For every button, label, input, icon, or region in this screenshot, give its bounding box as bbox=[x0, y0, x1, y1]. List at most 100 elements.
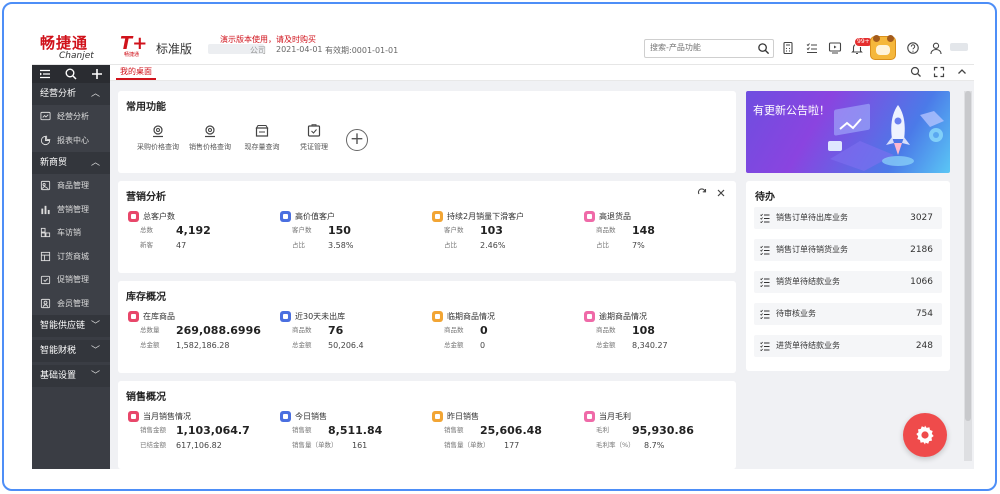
chevron-up-icon[interactable] bbox=[956, 66, 968, 78]
stat-yesterday-sales[interactable]: 昨日销售 销售额 25,606.48 销售量（单数） 177 bbox=[432, 411, 582, 453]
stat-not-shipped-30days[interactable]: 近30天未出库 商品数 76 总金额 50,206.4 bbox=[280, 311, 430, 353]
sidebar-group-finance-tax[interactable]: 智能财税 ﹀ bbox=[32, 340, 110, 362]
todo-count: 1066 bbox=[910, 277, 933, 287]
stat-value: 150 bbox=[328, 224, 351, 237]
stat-total-customers[interactable]: 总客户数 总数 4,192 新客 47 bbox=[128, 211, 278, 253]
sidebar-item-label: 商品管理 bbox=[57, 181, 89, 190]
todo-card: 待办 销售订单待出库业务 3027 销售订单待销货业务 2186 销货单待结款业… bbox=[746, 181, 950, 371]
add-quick-action-button[interactable]: + bbox=[346, 129, 368, 151]
tplus-sub: 畅捷通 bbox=[124, 52, 140, 58]
stat-value: 1,582,186.28 bbox=[176, 341, 230, 350]
stat-title: 临期商品情况 bbox=[447, 312, 495, 321]
fullscreen-icon[interactable] bbox=[933, 66, 945, 78]
user-icon[interactable] bbox=[929, 41, 943, 55]
announcement-banner[interactable]: 有更新公告啦！ bbox=[746, 91, 950, 173]
quick-action-voucher[interactable]: 凭证管理 bbox=[284, 123, 344, 152]
stat-value: 108 bbox=[632, 324, 655, 337]
stat-color-icon bbox=[432, 211, 443, 222]
sidebar-group-basic-settings[interactable]: 基础设置 ﹀ bbox=[32, 365, 110, 387]
stat-declining-customers[interactable]: 持续2月销量下滑客户 客户数 103 占比 2.46% bbox=[432, 211, 582, 253]
stat-label: 总金额 bbox=[444, 341, 464, 349]
todo-item[interactable]: 销售订单待出库业务 3027 bbox=[754, 207, 942, 229]
search-icon[interactable] bbox=[757, 42, 770, 55]
sidebar-item-promotion[interactable]: 促销管理 bbox=[32, 268, 110, 292]
close-icon[interactable] bbox=[716, 188, 726, 198]
sidebar-group-supply-chain[interactable]: 智能供应链 ﹀ bbox=[32, 315, 110, 337]
sidebar-item-order-mall[interactable]: 订货商城 bbox=[32, 244, 110, 268]
stat-label: 新客 bbox=[140, 241, 153, 249]
sidebar-item-van-sales[interactable]: 车访销 bbox=[32, 221, 110, 245]
tab-my-desktop[interactable]: 我的桌面 bbox=[116, 65, 156, 80]
stat-label: 客户数 bbox=[292, 226, 312, 234]
sidebar-item-marketing[interactable]: 营销管理 bbox=[32, 197, 110, 221]
chevron-down-icon: ﹀ bbox=[90, 321, 100, 331]
search-input[interactable] bbox=[650, 43, 750, 52]
stat-value: 148 bbox=[632, 224, 655, 237]
todo-count: 3027 bbox=[910, 213, 933, 223]
stat-label: 销售量（单数） bbox=[292, 441, 338, 449]
todo-item[interactable]: 进货单待结款业务 248 bbox=[754, 335, 942, 357]
sidebar-item-report-center[interactable]: 报表中心 bbox=[32, 128, 110, 152]
stat-label: 销售额 bbox=[444, 426, 464, 434]
quick-action-purchase-price[interactable]: 采购价格查询 bbox=[128, 123, 188, 152]
todo-item[interactable]: 销货单待结款业务 1066 bbox=[754, 271, 942, 293]
stat-expiring-goods[interactable]: 临期商品情况 商品数 0 总金额 0 bbox=[432, 311, 582, 353]
stat-title: 今日销售 bbox=[295, 412, 327, 421]
stat-value: 4,192 bbox=[176, 224, 211, 237]
sales-overview-card: 销售概况 当月销售情况 销售金额 1,103,064.7 已结金额 617,106.… bbox=[118, 381, 736, 469]
stat-label: 销售量（单数） bbox=[444, 441, 490, 449]
todo-title: 待办 bbox=[755, 192, 775, 203]
stat-color-icon bbox=[128, 411, 139, 422]
stat-expired-goods[interactable]: 逾期商品情况 商品数 108 总金额 8,340.27 bbox=[584, 311, 734, 353]
stat-title: 总客户数 bbox=[143, 212, 175, 221]
sidebar-item-member[interactable]: 会员管理 bbox=[32, 291, 110, 315]
stat-label: 客户数 bbox=[444, 226, 464, 234]
sidebar-item-label: 营销管理 bbox=[57, 204, 89, 214]
stat-label: 商品数 bbox=[596, 226, 616, 234]
stat-title: 近30天未出库 bbox=[295, 312, 346, 321]
help-icon[interactable] bbox=[906, 41, 920, 55]
scrollbar[interactable] bbox=[964, 91, 972, 461]
stat-in-stock-goods[interactable]: 在库商品 总数量 269,088.6996 总金额 1,582,186.28 bbox=[128, 311, 278, 353]
menu-search-icon[interactable] bbox=[64, 67, 78, 81]
chanjet-logo[interactable]: 畅捷通 Chanjet bbox=[40, 35, 110, 61]
sidebar-group-new-trade[interactable]: 新商贸 ︿ bbox=[32, 152, 110, 174]
calculator-icon[interactable] bbox=[781, 41, 795, 55]
company-suffix: 公司 bbox=[250, 46, 266, 55]
stat-label: 商品数 bbox=[596, 326, 616, 334]
quick-action-stock-query[interactable]: 现存量查询 bbox=[232, 123, 292, 152]
sidebar-group-business-analysis[interactable]: 经营分析 ︿ bbox=[32, 83, 110, 105]
sidebar-item-product-management[interactable]: 商品管理 bbox=[32, 174, 110, 198]
settings-fab-button[interactable] bbox=[903, 413, 947, 457]
todo-count: 2186 bbox=[910, 245, 933, 255]
menu-add-icon[interactable] bbox=[90, 67, 104, 81]
search-icon[interactable] bbox=[910, 66, 922, 78]
product-search[interactable] bbox=[644, 39, 774, 58]
todo-label: 销售订单待出库业务 bbox=[776, 213, 848, 222]
quick-action-sales-price[interactable]: 销售价格查询 bbox=[180, 123, 240, 152]
tab-bar: 我的桌面 bbox=[110, 65, 974, 81]
stat-high-value-customers[interactable]: 高价值客户 客户数 150 占比 3.58% bbox=[280, 211, 430, 253]
stat-today-sales[interactable]: 今日销售 销售额 8,511.84 销售量（单数） 161 bbox=[280, 411, 430, 453]
task-list-icon[interactable] bbox=[805, 41, 819, 55]
todo-item[interactable]: 销售订单待销货业务 2186 bbox=[754, 239, 942, 261]
card-title: 库存概况 bbox=[126, 292, 166, 303]
refresh-icon[interactable] bbox=[697, 188, 707, 198]
stat-label: 总金额 bbox=[292, 341, 312, 349]
sidebar-item-business-analysis[interactable]: 经营分析 bbox=[32, 105, 110, 129]
stat-value: 161 bbox=[352, 441, 368, 450]
stat-high-return-goods[interactable]: 高退货品 商品数 148 占比 7% bbox=[584, 211, 734, 253]
menu-collapse-icon[interactable] bbox=[38, 67, 52, 81]
stat-monthly-sales[interactable]: 当月销售情况 销售金额 1,103,064.7 已结金额 617,106.82 bbox=[128, 411, 278, 453]
scrollbar-thumb[interactable] bbox=[965, 91, 971, 421]
stat-label: 销售额 bbox=[292, 426, 312, 434]
stat-color-icon bbox=[280, 311, 291, 322]
mascot-avatar-icon[interactable] bbox=[870, 35, 896, 60]
sidebar-group-label: 智能供应链 bbox=[40, 321, 86, 331]
stat-label: 占比 bbox=[292, 241, 305, 249]
stat-color-icon bbox=[280, 411, 291, 422]
stat-value: 8,511.84 bbox=[328, 424, 383, 437]
video-tutorial-icon[interactable] bbox=[828, 41, 842, 55]
todo-item[interactable]: 待审核业务 754 bbox=[754, 303, 942, 325]
stat-monthly-gross-profit[interactable]: 当月毛利 毛利 95,930.86 毛利率（%） 8.7% bbox=[584, 411, 734, 453]
